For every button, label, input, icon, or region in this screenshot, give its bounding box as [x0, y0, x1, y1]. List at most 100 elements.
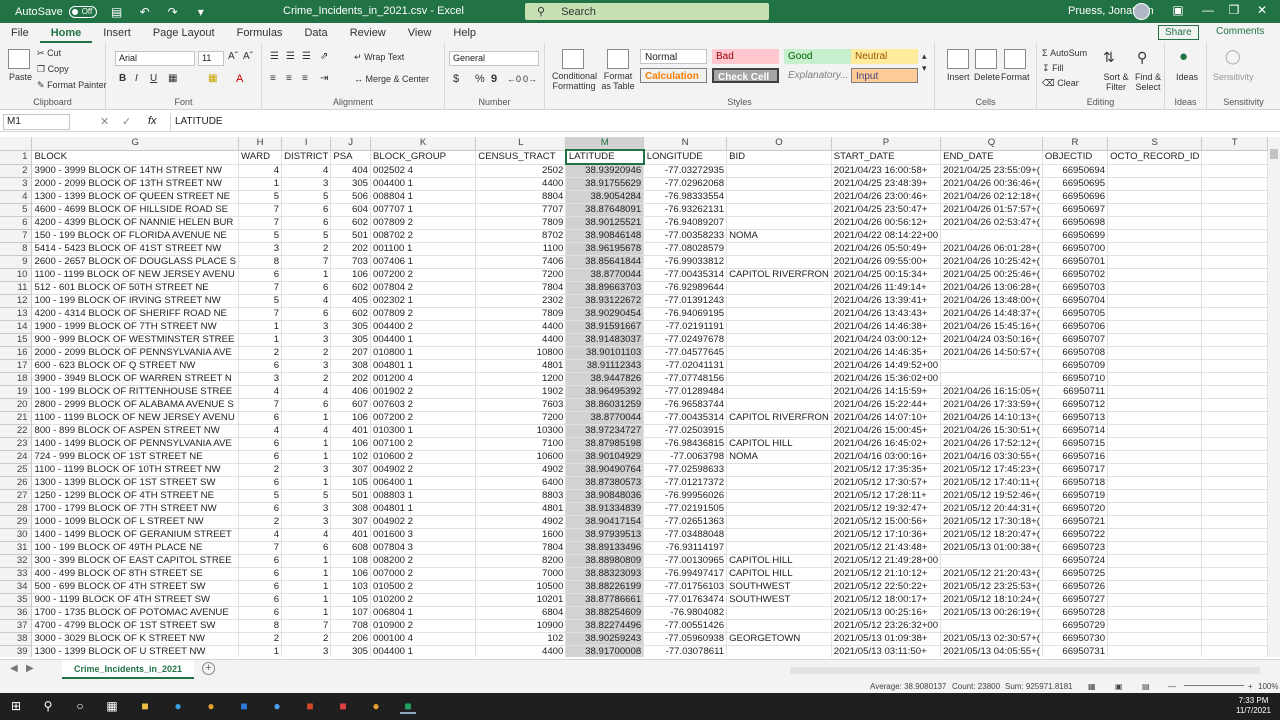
cell[interactable] — [726, 307, 832, 321]
cell[interactable] — [1201, 489, 1268, 503]
cell[interactable]: 66950717 — [1042, 463, 1109, 477]
cell[interactable]: 2021/05/12 17:35:35+ — [831, 463, 942, 477]
cell[interactable]: 8804 — [475, 190, 567, 204]
cell[interactable]: 602 — [330, 307, 371, 321]
cell[interactable]: 66950722 — [1042, 528, 1109, 542]
snagit-icon[interactable]: ■ — [335, 698, 351, 714]
cell[interactable]: 2021/05/12 17:30:57+ — [831, 476, 942, 490]
powerpoint-icon[interactable]: ■ — [302, 698, 318, 714]
name-box[interactable]: M1 — [3, 114, 70, 130]
cell[interactable]: 66950703 — [1042, 281, 1109, 295]
conditional-formatting-button[interactable]: Conditional Formatting — [552, 71, 597, 91]
cell[interactable]: 2000 - 2099 BLOCK OF PENNSYLVANIA AVE — [31, 346, 240, 360]
column-header[interactable]: H — [238, 137, 283, 151]
cell[interactable]: 7100 — [475, 437, 567, 451]
cell[interactable] — [726, 489, 832, 503]
cell[interactable]: 604 — [330, 203, 371, 217]
cell[interactable]: 2021/05/12 21:49:28+00 — [831, 554, 942, 568]
cell[interactable]: 4902 — [475, 515, 567, 529]
cell[interactable]: 2021/05/12 17:30:18+( — [940, 515, 1043, 529]
cell[interactable]: 4 — [281, 164, 332, 178]
cell[interactable]: NOMA — [726, 229, 832, 243]
cell[interactable] — [1201, 150, 1268, 165]
cell[interactable]: 38.87985198 — [565, 437, 645, 451]
cell[interactable]: 3 — [281, 502, 332, 516]
cell[interactable]: 2021/04/26 23:00:46+ — [831, 190, 942, 204]
cell[interactable] — [1107, 307, 1203, 321]
cell[interactable] — [1201, 190, 1268, 204]
font-name-select[interactable]: Arial — [115, 51, 195, 66]
cell[interactable]: 300 - 399 BLOCK OF EAST CAPITOL STREE — [31, 554, 240, 568]
style-explanatory[interactable]: Explanatory... — [784, 68, 851, 83]
cell[interactable]: 7 — [238, 203, 283, 217]
windows-start-icon[interactable]: ⊞ — [8, 698, 24, 714]
cell[interactable]: -76.99033812 — [643, 255, 728, 269]
cell[interactable] — [1201, 450, 1268, 464]
cell[interactable]: -76.93262131 — [643, 203, 728, 217]
row-header[interactable]: 11 — [0, 281, 33, 295]
cell[interactable]: 66950711 — [1042, 385, 1109, 399]
cell[interactable]: 38.87648091 — [565, 203, 645, 217]
cell[interactable] — [1107, 294, 1203, 308]
style-neutral[interactable]: Neutral — [851, 49, 918, 64]
cell[interactable]: -77.02598633 — [643, 463, 728, 477]
cell[interactable] — [1201, 203, 1268, 217]
cell[interactable]: 66950714 — [1042, 424, 1109, 438]
column-header[interactable]: J — [330, 137, 371, 151]
cell[interactable]: -77.00435314 — [643, 268, 728, 282]
cell[interactable]: 66950730 — [1042, 632, 1109, 646]
cell[interactable]: 7804 — [475, 281, 567, 295]
cell[interactable]: 66950695 — [1042, 177, 1109, 191]
cell[interactable] — [726, 528, 832, 542]
cell[interactable]: 2000 - 2099 BLOCK OF 13TH STREET NW — [31, 177, 240, 191]
cell[interactable]: NOMA — [726, 450, 832, 464]
cell[interactable]: 38.86031259 — [565, 398, 645, 412]
font-size-select[interactable]: 11 — [198, 51, 224, 66]
cell[interactable]: -76.93114197 — [643, 541, 728, 555]
style-normal[interactable]: Normal — [640, 49, 707, 64]
column-header[interactable]: L — [475, 137, 567, 151]
copy-button[interactable]: ❐ Copy — [37, 64, 69, 75]
insert-cells-button[interactable]: Insert — [947, 72, 970, 82]
cell[interactable]: 007200 2 — [370, 268, 477, 282]
cell[interactable]: CAPITOL RIVERFRON — [726, 411, 832, 425]
conditional-formatting-icon[interactable] — [562, 49, 584, 69]
cell[interactable]: 3 — [281, 515, 332, 529]
cell[interactable]: 2021/04/26 14:49:52+00 — [831, 359, 942, 373]
format-as-table-icon[interactable] — [607, 49, 629, 69]
cell[interactable]: 2021/04/26 13:43:43+ — [831, 307, 942, 321]
cell[interactable]: 2021/04/26 17:52:12+( — [940, 437, 1043, 451]
cell[interactable]: 66950706 — [1042, 320, 1109, 334]
cell[interactable]: 007603 2 — [370, 398, 477, 412]
cell[interactable]: 308 — [330, 502, 371, 516]
cell[interactable] — [1107, 528, 1203, 542]
cell[interactable]: 2021/04/16 03:00:16+ — [831, 450, 942, 464]
cell[interactable]: 108 — [330, 554, 371, 568]
cell[interactable] — [1201, 229, 1268, 243]
cell[interactable] — [726, 619, 832, 633]
cell[interactable]: 6 — [281, 203, 332, 217]
cell[interactable]: SOUTHWEST — [726, 580, 832, 594]
cell[interactable]: 66950713 — [1042, 411, 1109, 425]
cell[interactable]: BLOCK — [31, 150, 240, 165]
cell[interactable]: 2302 — [475, 294, 567, 308]
cell[interactable] — [1201, 580, 1268, 594]
restore-icon[interactable]: ❐ — [1224, 3, 1244, 17]
cell[interactable]: 1100 - 1199 BLOCK OF 10TH STREET NW — [31, 463, 240, 477]
zoom-out-icon[interactable]: — — [1168, 682, 1176, 691]
cell[interactable]: 2021/05/12 19:32:47+ — [831, 502, 942, 516]
styles-scroll-up-icon[interactable]: ▴ — [922, 51, 927, 62]
select-all-corner[interactable] — [0, 137, 33, 151]
redo-icon[interactable]: ↷ — [165, 5, 181, 19]
cell[interactable]: 2800 - 2999 BLOCK OF ALABAMA AVENUE S — [31, 398, 240, 412]
cell[interactable]: 2021/04/26 05:50:49+ — [831, 242, 942, 256]
cell[interactable]: 703 — [330, 255, 371, 269]
cell[interactable] — [1107, 541, 1203, 555]
cell[interactable]: 2021/05/13 01:09:38+ — [831, 632, 942, 646]
cell[interactable]: CAPITOL HILL — [726, 554, 832, 568]
cell[interactable]: 7200 — [475, 268, 567, 282]
cell[interactable]: 004400 1 — [370, 645, 477, 657]
insert-cells-icon[interactable] — [947, 49, 969, 69]
cell[interactable]: 010300 1 — [370, 424, 477, 438]
cell[interactable]: -77.02041131 — [643, 359, 728, 373]
